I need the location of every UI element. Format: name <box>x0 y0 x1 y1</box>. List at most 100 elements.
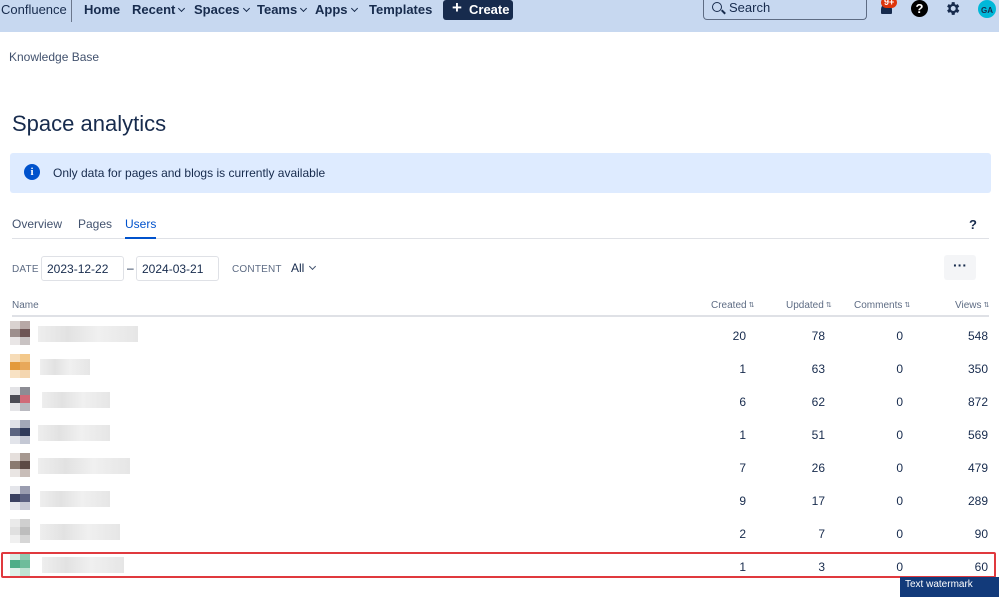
analytics-tabs: Overview Pages Users ? <box>12 217 989 239</box>
notification-count-badge: 9+ <box>881 0 898 8</box>
column-header-updated[interactable]: Updated ⇅ <box>786 300 832 311</box>
table-header: Name Created ⇅ Updated ⇅ Comments ⇅ Views ⇅ <box>12 298 989 317</box>
column-header-name[interactable]: Name <box>12 300 39 311</box>
user-name-redacted[interactable] <box>40 359 90 375</box>
help-icon[interactable]: ? <box>911 0 928 17</box>
views-cell: 479 <box>967 461 988 475</box>
user-name-redacted[interactable] <box>38 425 110 441</box>
comments-cell: 0 <box>896 527 903 541</box>
content-filter-label: CONTENT <box>232 264 282 275</box>
tab-users[interactable]: Users <box>125 217 157 239</box>
created-cell: 1 <box>739 560 746 574</box>
user-avatar[interactable]: GA <box>976 0 998 20</box>
updated-cell: 63 <box>811 362 825 376</box>
top-navigation-bar: Confluence Home Recent Spaces Teams Apps… <box>0 0 999 32</box>
views-cell: 289 <box>967 494 988 508</box>
comments-cell: 0 <box>896 428 903 442</box>
table-row[interactable]: 1 51 0 569 <box>0 417 999 450</box>
content-type-select[interactable]: All <box>291 261 317 275</box>
nav-templates[interactable]: Templates <box>369 2 432 17</box>
sort-icon: ⇅ <box>904 302 911 309</box>
chevron-down-icon <box>300 4 308 13</box>
text-watermark: Text watermark <box>900 577 999 597</box>
user-avatar <box>10 387 30 411</box>
created-cell: 6 <box>739 395 746 409</box>
table-row[interactable]: 2 7 0 90 <box>0 516 999 549</box>
date-from-field[interactable]: 2023-12-22 <box>41 256 124 281</box>
user-avatar <box>10 453 30 477</box>
table-row[interactable]: 6 62 0 872 <box>0 384 999 417</box>
user-avatar <box>10 354 30 378</box>
create-button-label: Create <box>469 2 510 17</box>
user-avatar <box>10 321 30 345</box>
info-icon: i <box>24 164 40 180</box>
date-to-field[interactable]: 2024-03-21 <box>136 256 219 281</box>
more-actions-button[interactable]: ··· <box>944 255 976 280</box>
updated-cell: 78 <box>811 329 825 343</box>
views-cell: 60 <box>974 560 988 574</box>
table-row[interactable]: 7 26 0 479 <box>0 450 999 483</box>
sort-icon: ⇅ <box>825 302 832 309</box>
nav-home[interactable]: Home <box>84 2 120 17</box>
chevron-down-icon <box>178 4 186 13</box>
user-name-redacted[interactable] <box>40 524 120 540</box>
table-row[interactable]: 20 78 0 548 <box>0 318 999 351</box>
column-header-views[interactable]: Views ⇅ <box>955 300 989 311</box>
plus-icon: + <box>452 0 462 17</box>
confluence-logo[interactable]: Confluence <box>1 2 67 17</box>
breadcrumb[interactable]: Knowledge Base <box>9 50 99 64</box>
updated-cell: 7 <box>818 527 825 541</box>
views-cell: 569 <box>967 428 988 442</box>
comments-cell: 0 <box>896 395 903 409</box>
nav-spaces[interactable]: Spaces <box>194 2 250 17</box>
created-cell: 2 <box>739 527 746 541</box>
tab-pages[interactable]: Pages <box>78 217 112 239</box>
comments-cell: 0 <box>896 329 903 343</box>
updated-cell: 17 <box>811 494 825 508</box>
sort-icon: ⇅ <box>983 302 990 309</box>
table-row[interactable]: 1 3 0 60 <box>0 549 999 582</box>
user-name-redacted[interactable] <box>40 491 110 507</box>
info-banner-text: Only data for pages and blogs is current… <box>53 166 326 180</box>
nav-apps[interactable]: Apps <box>315 2 358 17</box>
updated-cell: 51 <box>811 428 825 442</box>
search-placeholder: Search <box>729 0 771 15</box>
created-cell: 1 <box>739 362 746 376</box>
chevron-down-icon <box>350 4 358 13</box>
comments-cell: 0 <box>896 362 903 376</box>
comments-cell: 0 <box>896 494 903 508</box>
user-avatar <box>10 486 30 510</box>
user-name-redacted[interactable] <box>42 392 110 408</box>
comments-cell: 0 <box>896 560 903 574</box>
updated-cell: 62 <box>811 395 825 409</box>
nav-recent[interactable]: Recent <box>132 2 186 17</box>
views-cell: 872 <box>967 395 988 409</box>
date-range-separator: – <box>127 261 134 275</box>
user-name-redacted[interactable] <box>42 557 124 573</box>
search-icon <box>712 2 722 12</box>
search-input[interactable]: Search <box>703 0 867 20</box>
created-cell: 9 <box>739 494 746 508</box>
tab-overview[interactable]: Overview <box>12 217 62 239</box>
comments-cell: 0 <box>896 461 903 475</box>
user-avatar <box>10 552 30 576</box>
user-avatar <box>10 420 30 444</box>
updated-cell: 3 <box>818 560 825 574</box>
date-filter-label: DATE <box>12 264 39 275</box>
nav-teams[interactable]: Teams <box>257 2 308 17</box>
gear-icon[interactable] <box>944 0 961 17</box>
chevron-down-icon <box>242 4 250 13</box>
column-header-comments[interactable]: Comments ⇅ <box>854 300 910 311</box>
user-name-redacted[interactable] <box>38 326 138 342</box>
create-button[interactable]: + Create <box>443 0 513 20</box>
sort-icon: ⇅ <box>748 302 755 309</box>
nav-divider <box>71 0 72 22</box>
page-title: Space analytics <box>12 111 167 136</box>
created-cell: 20 <box>732 329 746 343</box>
table-row[interactable]: 1 63 0 350 <box>0 351 999 384</box>
help-icon[interactable]: ? <box>969 217 977 232</box>
user-name-redacted[interactable] <box>38 458 130 474</box>
views-cell: 90 <box>974 527 988 541</box>
column-header-created[interactable]: Created ⇅ <box>711 300 754 311</box>
table-row[interactable]: 9 17 0 289 <box>0 483 999 516</box>
